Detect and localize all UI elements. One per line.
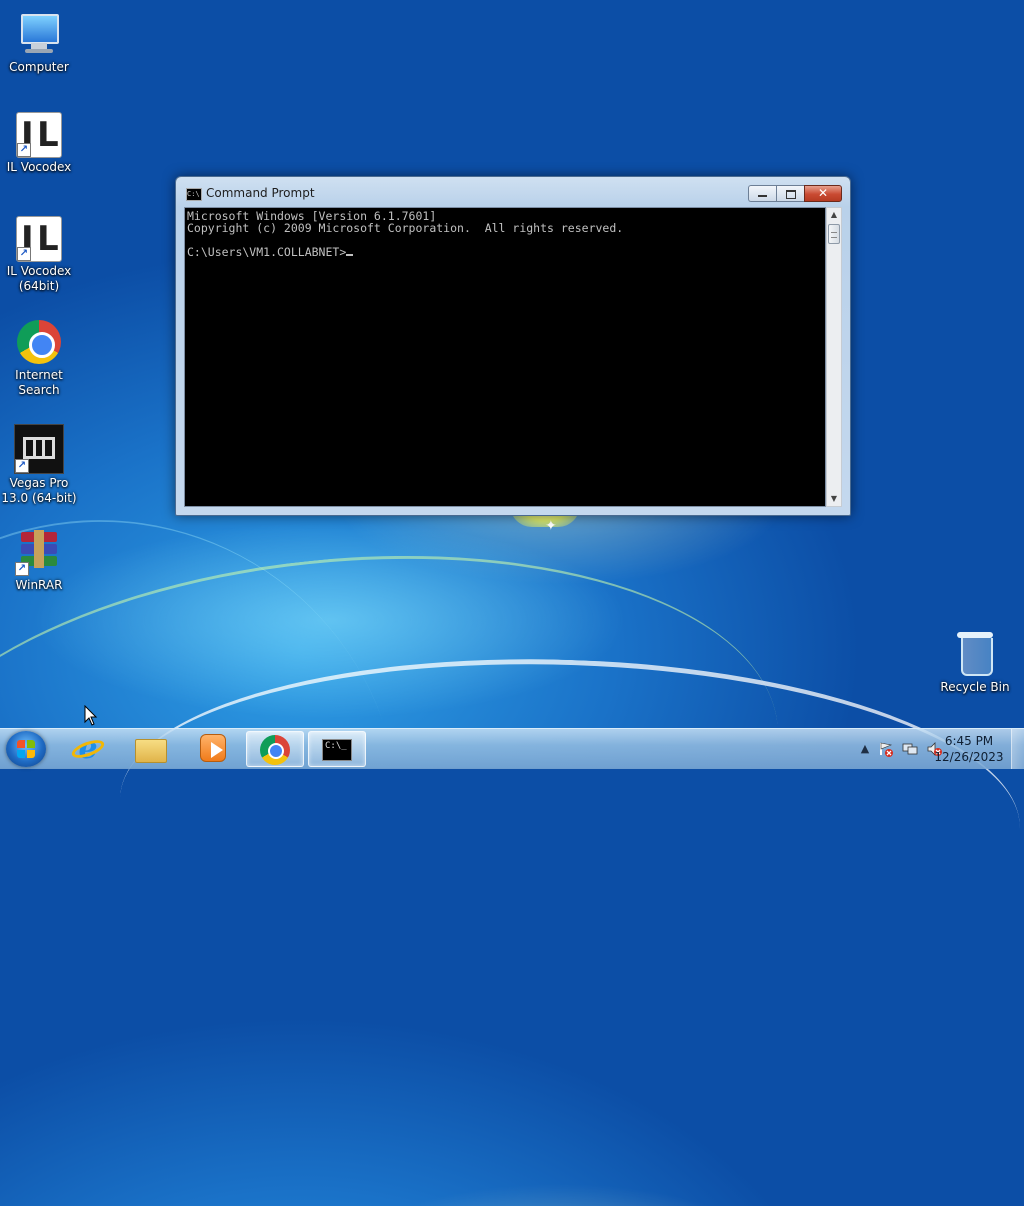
- desktop-icon-computer[interactable]: Computer: [0, 10, 78, 75]
- chrome-icon: [15, 318, 63, 366]
- shortcut-arrow-icon: ↗: [15, 562, 29, 576]
- desktop-icon-il-vocodex-64bit[interactable]: IL ↗ IL Vocodex (64bit): [0, 216, 78, 294]
- il-vocodex-icon: IL ↗: [16, 112, 62, 158]
- desktop-icon-label: Computer: [9, 60, 69, 74]
- taskbar-command-prompt[interactable]: C:\_: [308, 731, 366, 767]
- caption-buttons: ✕: [748, 185, 842, 203]
- taskbar-windows-explorer[interactable]: [122, 731, 180, 767]
- media-player-icon: [200, 734, 226, 762]
- vegas-pro-icon: ↗: [14, 424, 64, 474]
- winrar-icon: ↗: [15, 528, 63, 576]
- desktop-icon-winrar[interactable]: ↗ WinRAR: [0, 528, 78, 593]
- close-button[interactable]: ✕: [804, 185, 842, 202]
- desktop-icon-vegas-pro[interactable]: ↗ Vegas Pro 13.0 (64-bit): [0, 424, 78, 506]
- shortcut-arrow-icon: ↗: [17, 143, 31, 157]
- scroll-up-arrow-icon[interactable]: ▲: [827, 208, 841, 222]
- desktop-icon-label: IL Vocodex: [6, 160, 72, 174]
- computer-icon: [15, 10, 63, 58]
- taskbar-google-chrome[interactable]: [246, 731, 304, 767]
- recycle-bin-icon: [951, 630, 999, 678]
- windows-start-icon: [17, 740, 35, 758]
- minimize-button[interactable]: [748, 185, 776, 202]
- wallpaper-sparkle: ✦: [545, 518, 557, 534]
- console-cursor: [346, 254, 354, 256]
- taskbar-clock[interactable]: 6:45 PM 12/26/2023: [934, 733, 1004, 765]
- scroll-down-arrow-icon[interactable]: ▼: [827, 492, 841, 506]
- folder-icon: [135, 739, 167, 763]
- il-vocodex-64-icon: IL ↗: [16, 216, 62, 262]
- taskbar: e C:\_ ▲ 6:45 PM 12/26/2023: [0, 728, 1024, 769]
- cmd-icon: C:\_: [322, 739, 352, 761]
- console-output[interactable]: Microsoft Windows [Version 6.1.7601] Cop…: [184, 207, 842, 507]
- desktop-icon-label: Recycle Bin: [940, 680, 1010, 694]
- maximize-button[interactable]: [776, 185, 804, 202]
- console-text: Microsoft Windows [Version 6.1.7601] Cop…: [185, 208, 825, 260]
- desktop-icon-label: IL Vocodex (64bit): [6, 264, 72, 293]
- show-desktop-button[interactable]: [1011, 729, 1024, 769]
- network-icon[interactable]: [902, 741, 918, 757]
- system-tray: ▲: [860, 729, 942, 769]
- minimize-icon: [758, 195, 767, 197]
- command-prompt-window[interactable]: C:\ Command Prompt ✕ Microsoft Windows […: [175, 176, 851, 516]
- cmd-icon: C:\: [186, 188, 202, 201]
- wallpaper-swoosh: [114, 644, 1024, 981]
- vertical-scrollbar[interactable]: ▲ ▼: [826, 207, 842, 507]
- clock-date: 12/26/2023: [934, 750, 1004, 764]
- show-hidden-icons-button[interactable]: ▲: [860, 741, 870, 757]
- close-icon: ✕: [817, 186, 829, 200]
- chrome-icon: [260, 735, 290, 765]
- wallpaper-swoosh: [0, 514, 800, 1029]
- desktop-icon-label: Vegas Pro 13.0 (64-bit): [1, 476, 77, 505]
- window-titlebar[interactable]: C:\ Command Prompt ✕: [176, 177, 850, 207]
- ie-icon: e: [69, 734, 107, 764]
- maximize-icon: [786, 190, 796, 199]
- console-lines: Microsoft Windows [Version 6.1.7601] Cop…: [187, 209, 624, 259]
- start-button[interactable]: [6, 731, 46, 767]
- scroll-thumb[interactable]: [828, 224, 840, 244]
- taskbar-media-player[interactable]: [184, 731, 242, 767]
- shortcut-arrow-icon: ↗: [15, 459, 29, 473]
- desktop-icon-label: Internet Search: [15, 368, 63, 397]
- desktop-icon-recycle-bin[interactable]: Recycle Bin: [936, 630, 1014, 695]
- taskbar-internet-explorer[interactable]: e: [60, 731, 118, 767]
- window-title: Command Prompt: [206, 186, 315, 200]
- desktop-icon-il-vocodex[interactable]: IL ↗ IL Vocodex: [0, 112, 78, 175]
- clock-time: 6:45 PM: [944, 734, 994, 748]
- desktop-icon-internet-search[interactable]: Internet Search: [0, 318, 78, 398]
- action-center-icon[interactable]: [878, 741, 894, 757]
- mouse-pointer-icon: [84, 705, 98, 726]
- shortcut-arrow-icon: ↗: [17, 247, 31, 261]
- desktop-icon-label: WinRAR: [15, 578, 63, 592]
